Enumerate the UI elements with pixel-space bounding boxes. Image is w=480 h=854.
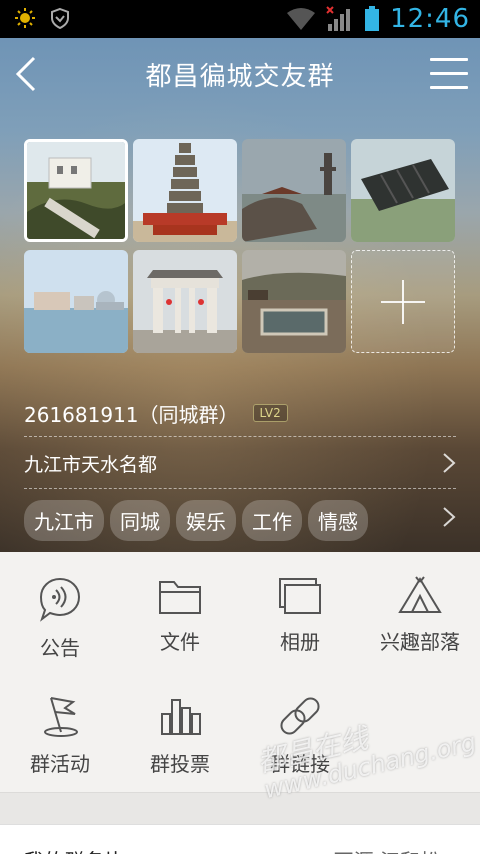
album-icon [279,578,321,614]
gallery-photo[interactable] [133,250,237,353]
function-interest-tribe[interactable]: 兴趣部落 [360,576,480,655]
divider [24,488,456,489]
card-value: 西源 江和松 [334,845,440,854]
wifi-icon [287,8,316,30]
shield-icon [51,7,69,29]
flag-icon [44,697,78,737]
level-badge: LV2 [252,404,288,422]
battery-icon [365,6,380,31]
divider [24,436,456,437]
memorial-archway-image [133,250,237,353]
riverside-park-image [242,250,346,353]
chevron-right-icon [443,507,456,527]
signal-icon [326,6,351,31]
group-location: 九江市天水名都 [24,453,158,476]
gallery-photo[interactable] [242,139,346,242]
group-hero: 都昌徧城交友群 261681911（同城群） LV2 九江市天水名都 九江市 同… [0,38,480,552]
tent-icon [398,576,442,613]
chevron-right-icon [443,453,456,473]
tag: 九江市 [24,499,104,541]
status-bar: 12:46 [0,0,480,38]
page-title: 都昌徧城交友群 [145,62,335,92]
sun-icon [15,8,35,28]
gallery-photo[interactable] [24,139,128,242]
announcement-icon [39,577,81,622]
function-group-vote[interactable]: 群投票 [120,694,240,777]
location-row[interactable]: 九江市天水名都 [24,442,456,484]
plus-icon [381,279,425,324]
lakeside-pagoda-image [242,139,346,242]
tag: 同城 [110,499,170,541]
card-label: 我的群名片 [24,845,124,854]
pagoda-image [133,139,237,242]
folder-icon [159,581,201,614]
gallery-photo[interactable] [351,139,455,242]
function-group-link[interactable]: 群链接 [240,694,360,777]
function-group-activity[interactable]: 群活动 [0,694,120,777]
menu-button[interactable] [430,58,468,92]
add-photo-button[interactable] [351,250,455,353]
stone-scroll-image [351,139,455,242]
function-album[interactable]: 相册 [240,576,360,655]
hillside-building-image [27,142,125,239]
link-icon [280,697,320,735]
function-files[interactable]: 文件 [120,576,240,655]
function-announcement[interactable]: 公告 [0,576,120,661]
gallery-photo[interactable] [24,250,128,353]
group-id-row: 261681911（同城群） LV2 [24,393,456,433]
menu-icon [430,58,468,61]
section-separator [0,792,480,824]
tag: 情感 [308,499,368,541]
group-id: 261681911（同城群） [24,402,239,427]
nav-bar: 都昌徧城交友群 [0,38,480,112]
status-left-icons [14,7,70,29]
gallery-photo[interactable] [133,139,237,242]
gallery-photo[interactable] [242,250,346,353]
photo-gallery [24,139,456,353]
my-group-card-row[interactable]: 我的群名片 西源 江和松 [0,824,480,854]
tags-row[interactable]: 九江市 同城 娱乐 工作 情感 [24,499,456,541]
waterfront-city-image [24,250,128,353]
status-right-icons: 12:46 [286,4,470,34]
tag: 娱乐 [176,499,236,541]
bar-chart-icon [161,699,201,735]
group-functions: 公告 文件 相册 兴趣部落 群活动 群投票 群链接 [0,552,480,792]
tag: 工作 [242,499,302,541]
clock: 12:46 [390,4,470,34]
